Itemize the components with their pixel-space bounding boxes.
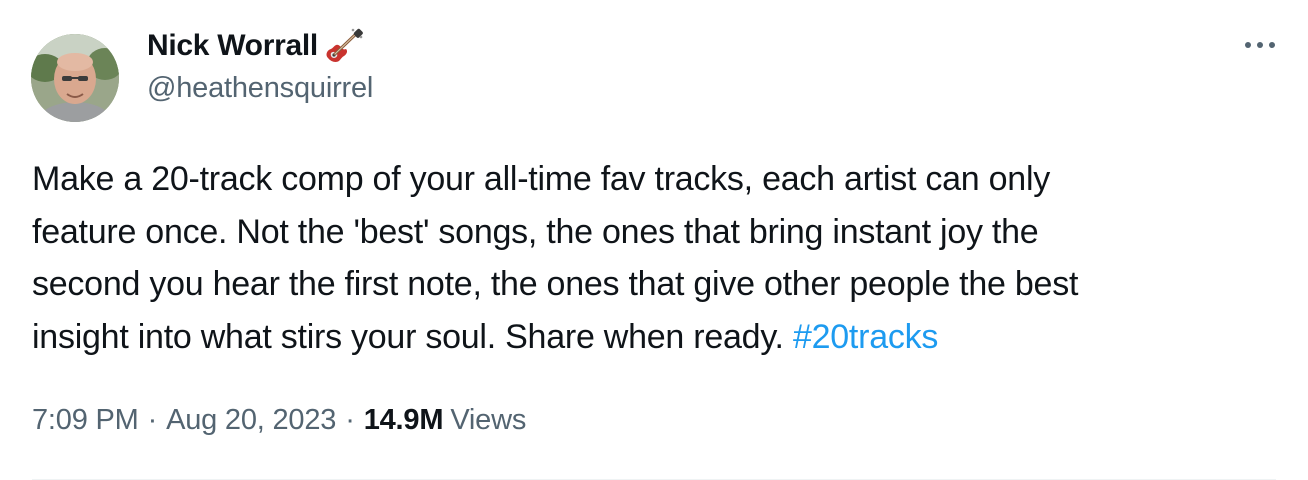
views-count: 14.9M [363,403,444,436]
display-name[interactable]: Nick Worrall [147,29,318,63]
tweet-text-line: feature once. Not the 'best' songs, the … [32,212,1039,251]
tweet-meta: 7:09 PM · Aug 20, 2023 · 14.9M Views [32,398,526,442]
tweet-text-line: Make a 20-track comp of your all-time fa… [32,160,1051,198]
guitar-icon [324,28,364,64]
tweet-date[interactable]: Aug 20, 2023 [166,404,336,437]
user-handle[interactable]: @heathensquirrel [147,72,373,105]
more-options-icon[interactable] [1240,30,1280,60]
tweet-time[interactable]: 7:09 PM [32,404,139,437]
tweet-text: Make a 20-track comp of your all-time fa… [32,153,1282,363]
hashtag-link[interactable]: #20tracks [793,318,938,356]
tweet-text-line: insight into what stirs your soul. Share… [32,317,793,356]
views-label: Views [450,403,527,436]
meta-separator: · [345,403,355,436]
avatar-image [31,34,119,122]
meta-separator: · [147,403,158,436]
tweet-card: Nick Worrall @heathensquirrel Make a 20-… [0,0,1308,480]
tweet-text-line: second you hear the first note, the ones… [32,265,1079,303]
tweet-text-line-last: insight into what stirs your soul. Share… [32,311,1282,364]
display-name-row[interactable]: Nick Worrall [147,26,364,66]
avatar[interactable] [31,34,119,122]
